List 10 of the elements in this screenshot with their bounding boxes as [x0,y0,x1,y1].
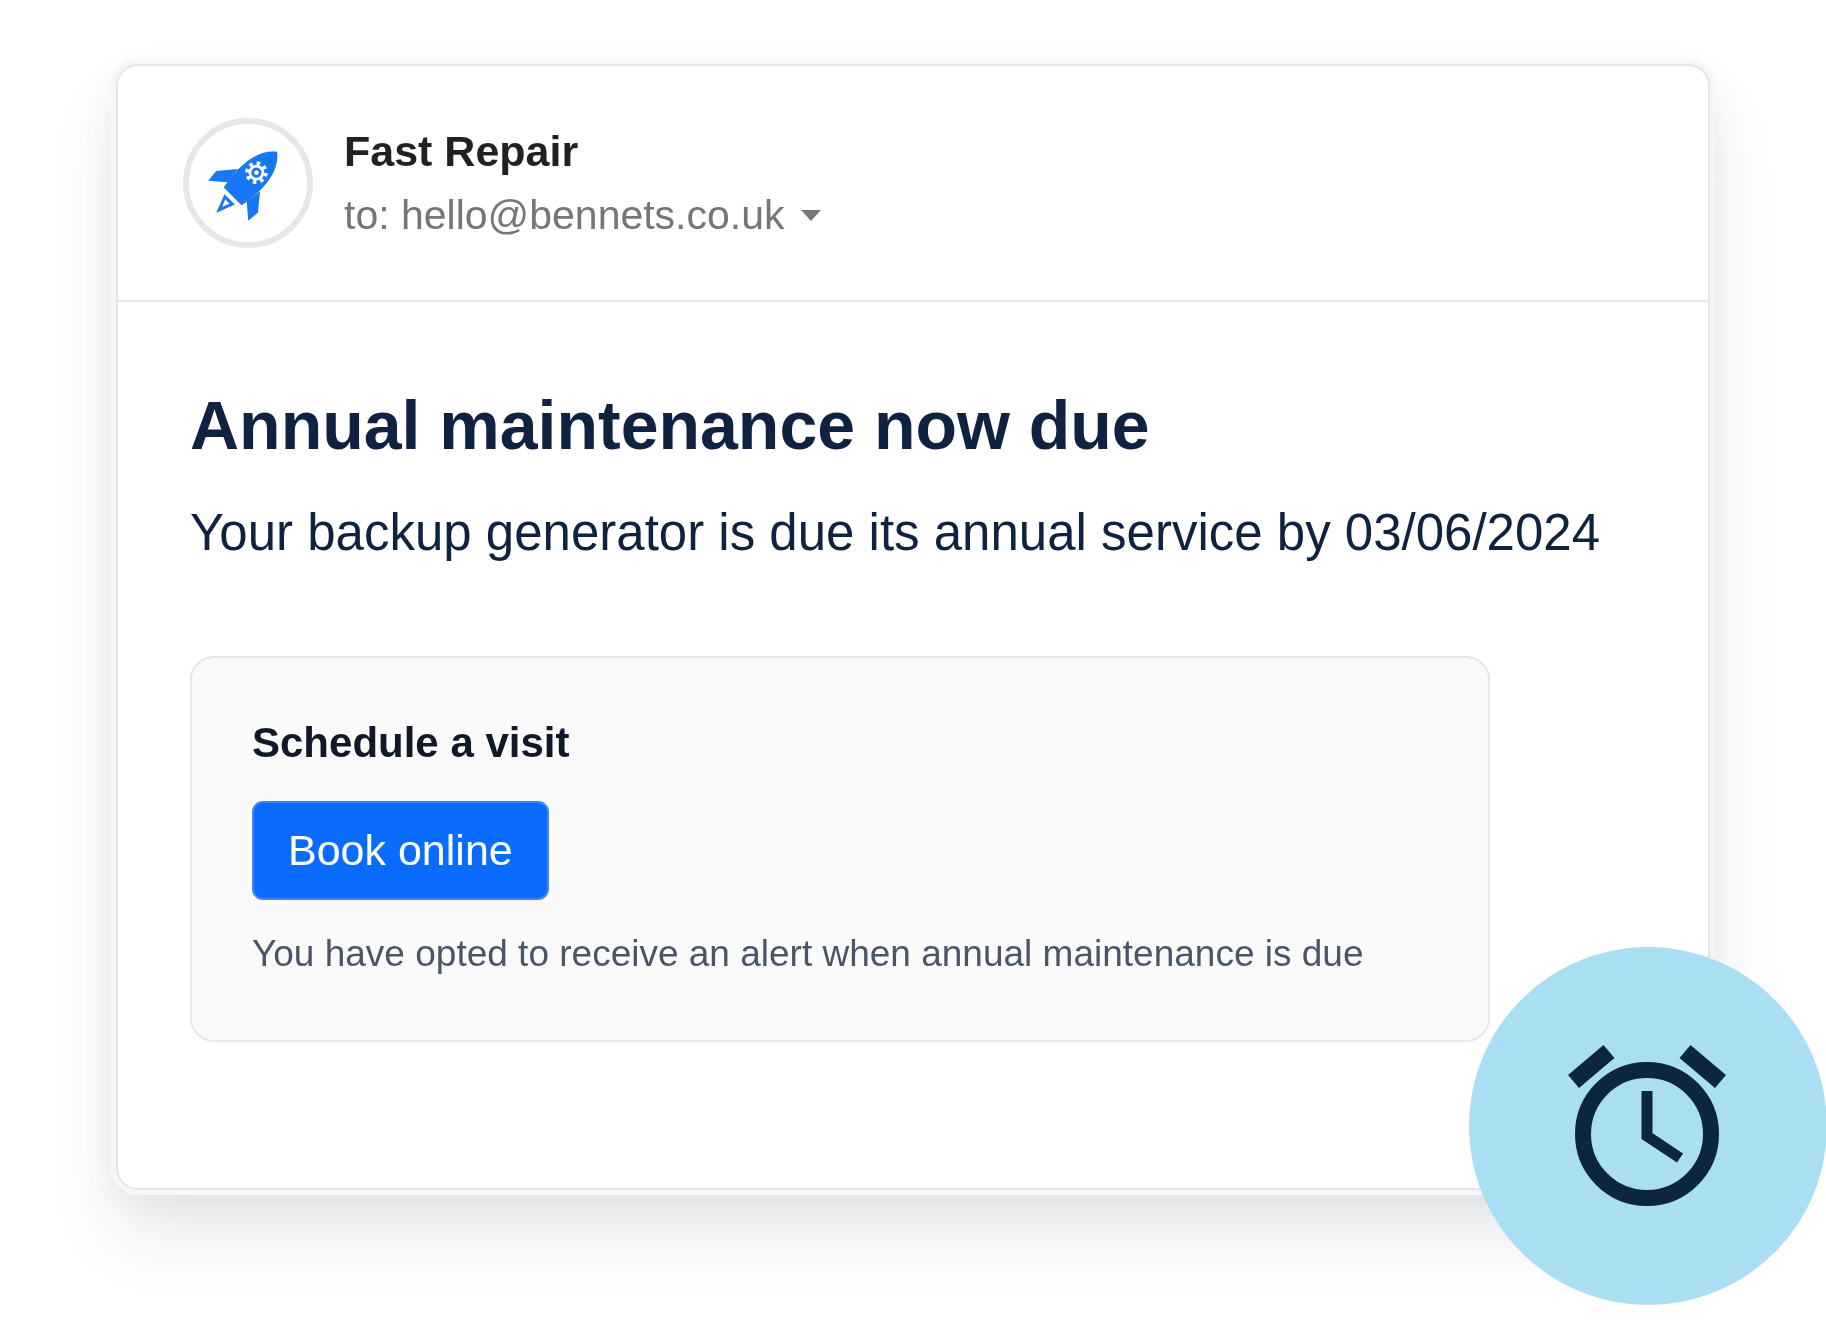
caret-icon[interactable] [800,209,821,221]
message-body: Your backup generator is due its annual service by 03/06/2024 [190,503,1602,564]
card-heading: Schedule a visit [252,718,571,769]
rocket-icon [182,117,314,249]
message-title: Annual maintenance now due [190,386,1151,465]
book-online-button[interactable]: Book online [252,800,549,900]
alarm-clock-icon [1468,946,1826,1306]
recipient-dropdown[interactable]: to: hello@bennets.co.uk [344,190,821,240]
sender-name: Fast Repair [344,126,580,178]
alert-note: You have opted to receive an alert when annual maintenance is due [252,931,1365,976]
